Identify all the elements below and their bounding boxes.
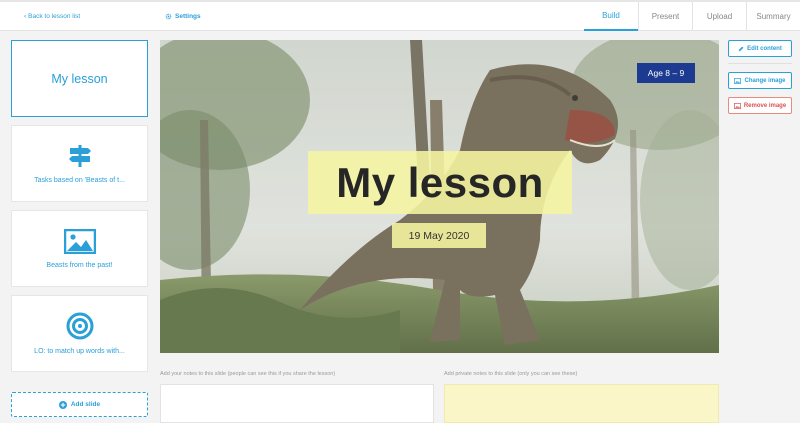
settings-link[interactable]: Settings xyxy=(165,13,201,20)
signpost-icon xyxy=(68,145,91,167)
pencil-icon xyxy=(738,46,744,51)
slide-thumb-lo[interactable]: LO: to match up words with... xyxy=(11,295,148,372)
chevron-left-icon: ‹ xyxy=(24,13,27,20)
edit-content-button[interactable]: Edit content xyxy=(728,40,792,57)
mode-tabs: Build Present Upload Summary xyxy=(584,2,800,31)
slide-thumb-label: Beasts from the past! xyxy=(46,261,113,269)
slide-date[interactable]: 19 May 2020 xyxy=(392,223,486,248)
slide-thumb-tasks[interactable]: Tasks based on 'Beasts of t... xyxy=(11,125,148,202)
public-notes-field[interactable] xyxy=(160,384,434,423)
image-icon xyxy=(734,77,742,84)
gear-icon xyxy=(165,13,172,20)
tab-summary[interactable]: Summary xyxy=(746,2,800,31)
private-notes-field[interactable] xyxy=(444,384,719,423)
private-notes-label: Add private notes to this slide (only yo… xyxy=(444,371,578,377)
back-link-label: Back to lesson list xyxy=(28,13,81,20)
remove-image-label: Remove image xyxy=(743,102,787,109)
change-image-label: Change image xyxy=(744,77,786,84)
slide-thumb-beasts[interactable]: Beasts from the past! xyxy=(11,210,148,287)
edit-content-label: Edit content xyxy=(747,45,782,52)
action-divider xyxy=(728,63,792,64)
settings-label: Settings xyxy=(175,13,201,20)
slide-thumb-title[interactable]: My lesson xyxy=(11,40,148,117)
remove-image-button[interactable]: Remove image xyxy=(728,97,792,114)
slide-thumb-label: LO: to match up words with... xyxy=(34,348,125,355)
tab-build[interactable]: Build xyxy=(584,2,638,31)
image-icon xyxy=(63,228,96,254)
slide-title[interactable]: My lesson xyxy=(308,151,572,214)
slide-thumb-label: Tasks based on 'Beasts of t... xyxy=(34,177,125,184)
tab-upload[interactable]: Upload xyxy=(692,2,746,31)
public-notes-label: Add your notes to this slide (people can… xyxy=(160,371,336,377)
add-slide-button[interactable]: Add slide xyxy=(11,392,148,417)
change-image-button[interactable]: Change image xyxy=(728,72,792,89)
slide-preview[interactable]: Age 8 – 9 My lesson 19 May 2020 xyxy=(160,40,719,353)
tab-present[interactable]: Present xyxy=(638,2,692,31)
plus-circle-icon xyxy=(58,400,67,409)
top-bar: ‹ Back to lesson list Settings Build Pre… xyxy=(0,0,800,31)
age-range-badge[interactable]: Age 8 – 9 xyxy=(637,63,695,83)
image-icon xyxy=(733,102,741,109)
slide-thumb-label: My lesson xyxy=(51,71,108,86)
add-slide-label: Add slide xyxy=(70,401,101,408)
back-to-lesson-list-link[interactable]: ‹ Back to lesson list xyxy=(24,13,80,20)
target-icon xyxy=(66,312,93,340)
